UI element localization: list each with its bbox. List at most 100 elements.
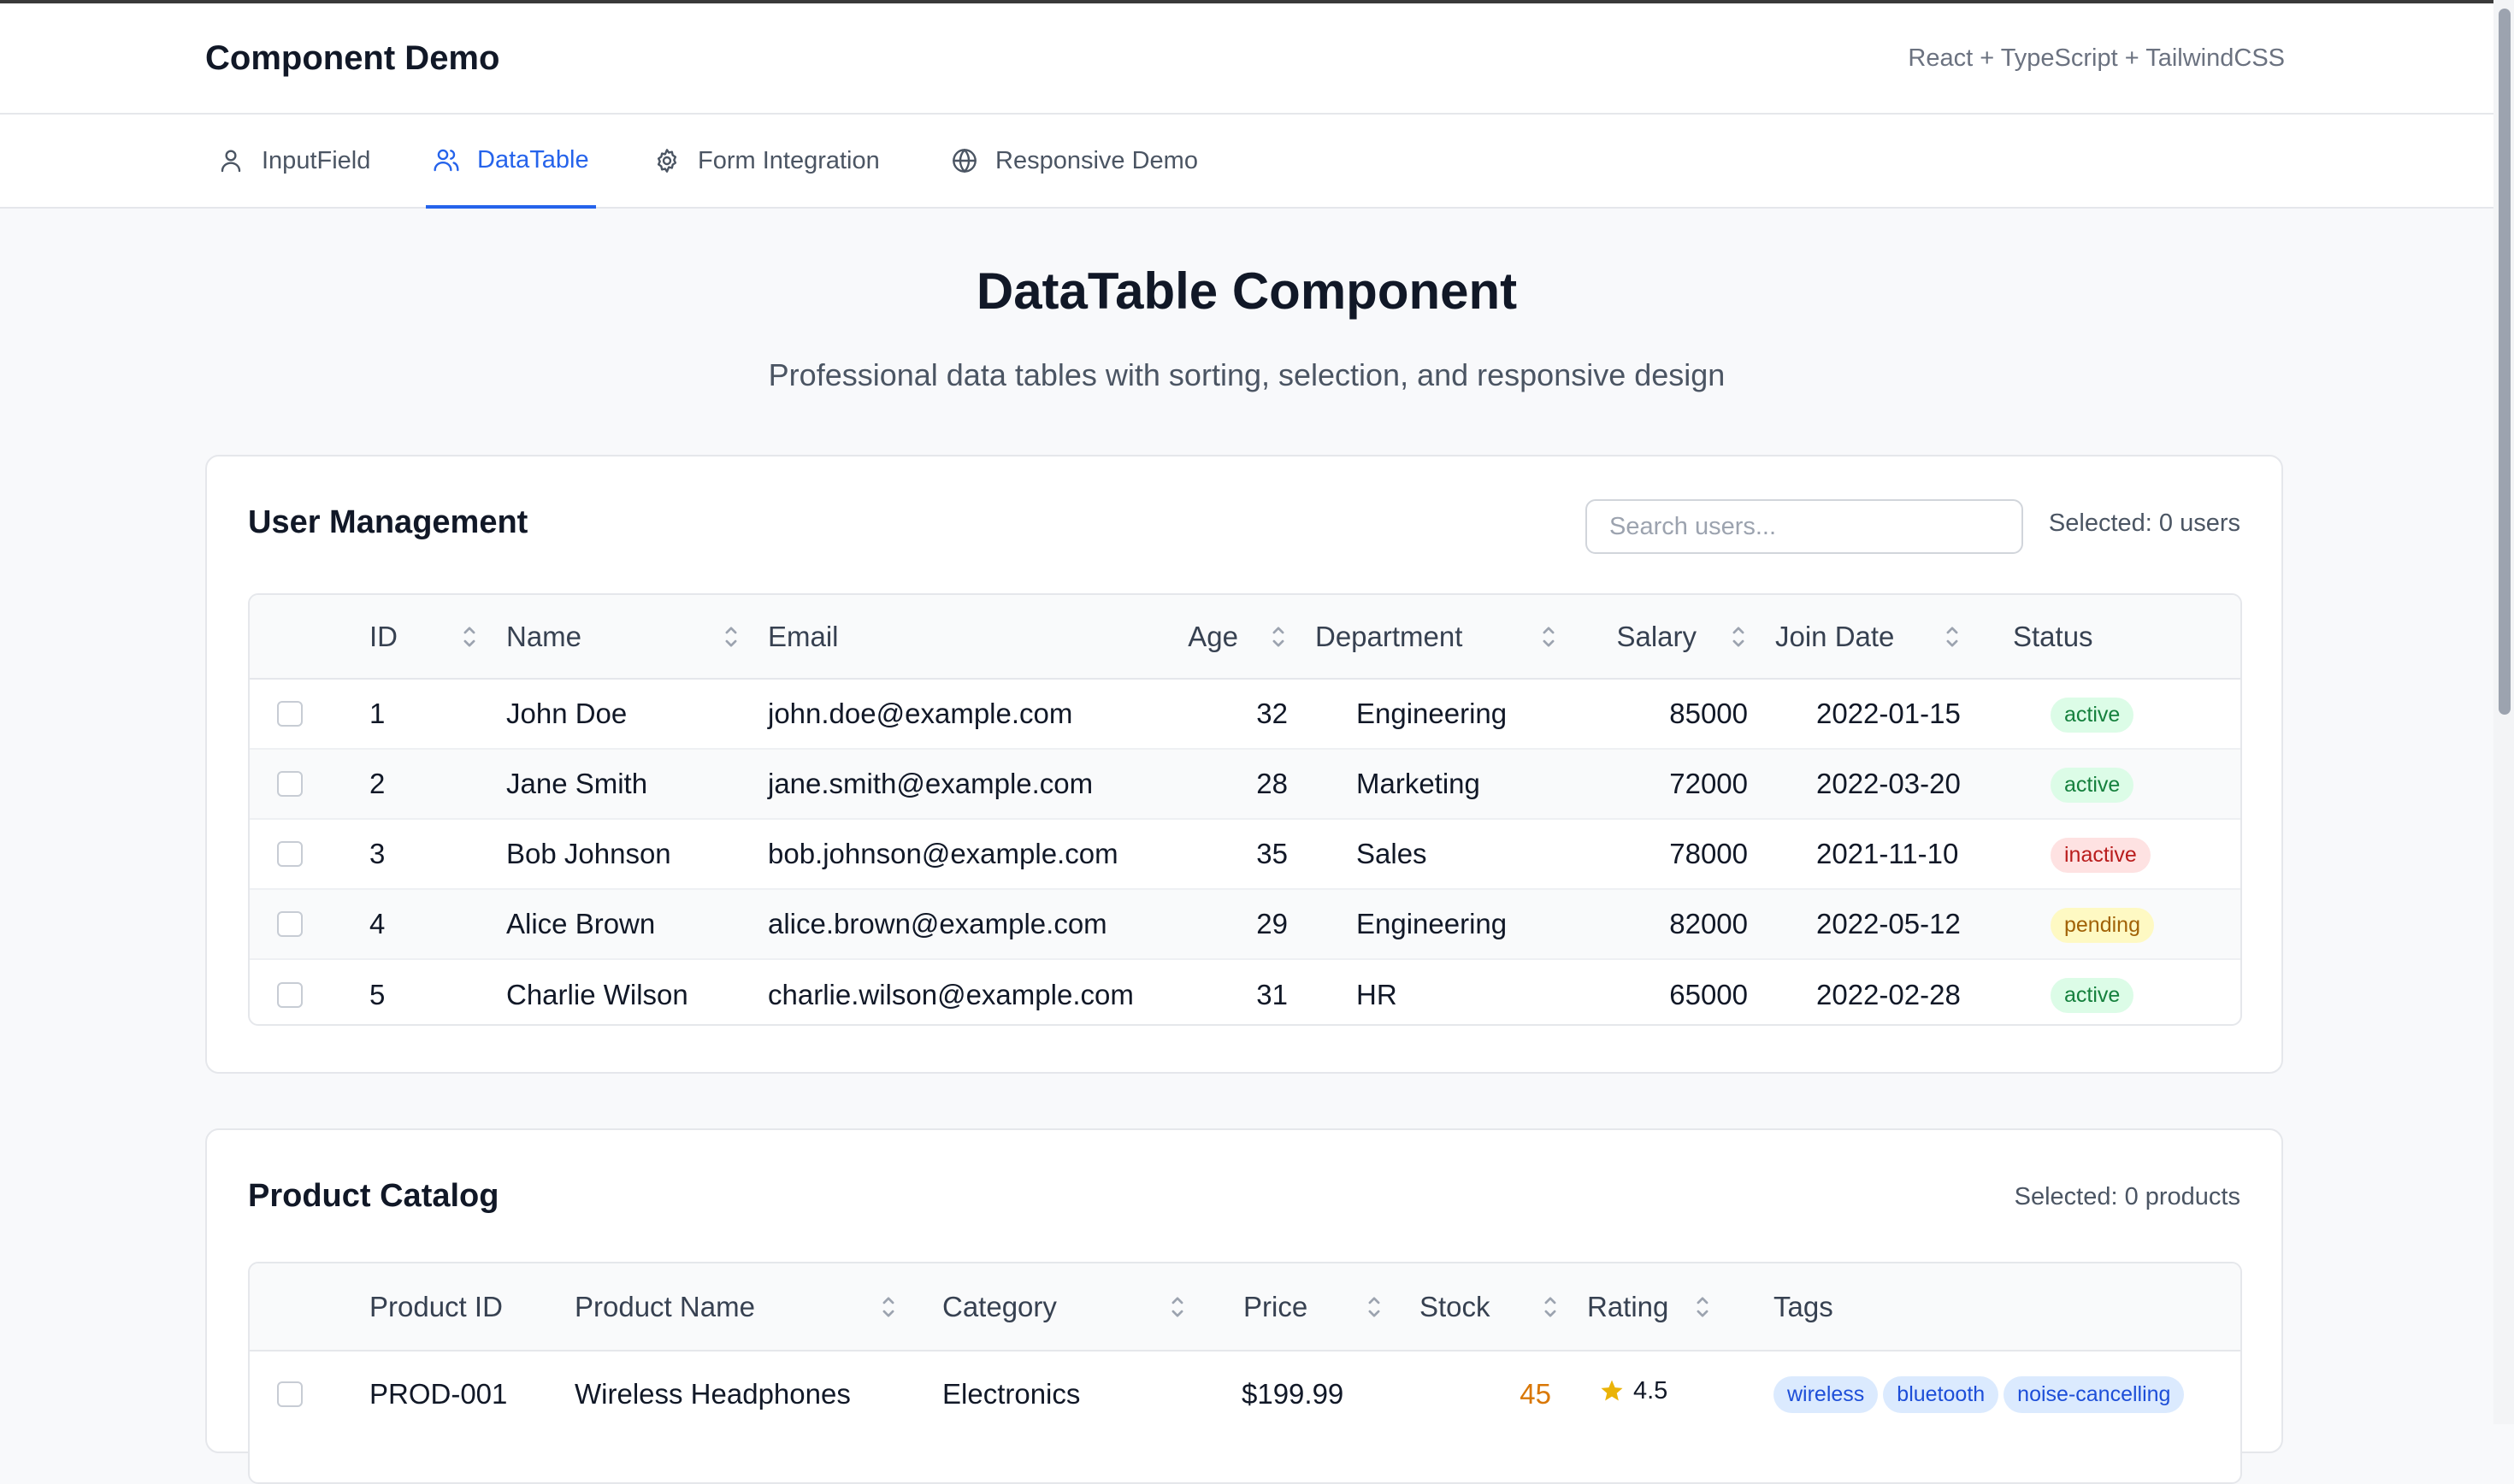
status-badge: active [2051,697,2134,733]
users-icon [434,149,459,172]
row-checkbox[interactable] [277,701,303,727]
page-subtitle: Professional data tables with sorting, s… [768,357,1726,392]
column-label: Stock [1419,1290,1490,1322]
table-header-row: Product ID Product Name Category Price S… [250,1263,2240,1351]
column-label: Product ID [369,1290,503,1322]
cell-join-date: 2022-03-20 [1816,768,1961,799]
column-header-id[interactable]: ID [356,595,493,679]
table-row[interactable]: 4 Alice Brown alice.brown@example.com 29… [250,889,2240,959]
cell-id: 3 [369,838,386,869]
cell-age: 29 [1256,908,1288,939]
sort-icon[interactable] [1168,1293,1187,1322]
status-badge: active [2051,767,2134,803]
tag: wireless [1773,1375,1879,1413]
row-checkbox[interactable] [277,771,303,797]
column-header-price[interactable]: Price [1218,1263,1397,1351]
row-checkbox[interactable] [277,841,303,867]
rating-value: 4.5 [1633,1376,1668,1404]
product-catalog-card: Product Catalog Selected: 0 products Pro… [205,1128,2283,1484]
tab-responsive-demo[interactable]: Responsive Demo [944,115,1205,207]
cell-id: 2 [369,768,386,799]
selected-products-count: Selected: 0 products [2014,1183,2240,1210]
cell-salary: 72000 [1669,768,1748,799]
sort-icon[interactable] [1943,622,1962,651]
sort-icon[interactable] [1269,622,1288,651]
cell-name: Charlie Wilson [506,978,688,1010]
sort-icon[interactable] [1365,1293,1384,1322]
scrollbar-thumb[interactable] [2499,9,2511,715]
table-row[interactable]: 5 Charlie Wilson charlie.wilson@example.… [250,959,2240,1024]
cell-department: Engineering [1356,908,1508,939]
sort-icon[interactable] [1539,622,1558,651]
column-header-rating[interactable]: Rating [1573,1263,1760,1351]
search-users-input[interactable] [1585,499,2023,554]
select-column-header [250,1263,356,1351]
column-header-age[interactable]: Age [1178,595,1301,679]
row-checkbox[interactable] [277,981,303,1008]
rating: 4.5 [1599,1377,1667,1405]
app-header: Component Demo React + TypeScript + Tail… [0,3,2493,115]
page-title: DataTable Component [976,262,1518,320]
cell-category: Electronics [942,1377,1081,1410]
cell-salary: 65000 [1669,978,1748,1010]
column-header-stock[interactable]: Stock [1397,1263,1573,1351]
sort-icon[interactable] [1729,622,1748,651]
column-header-category[interactable]: Category [929,1263,1218,1351]
tab-form-integration[interactable]: Form Integration [646,115,887,207]
table-row[interactable]: 2 Jane Smith jane.smith@example.com 28 M… [250,749,2240,819]
column-header-salary[interactable]: Salary [1572,595,1762,679]
status-badge: inactive [2051,837,2151,873]
cell-name: Bob Johnson [506,838,671,869]
product-catalog-title: Product Catalog [248,1178,499,1214]
column-label: Department [1315,620,1463,652]
cell-product-id: PROD-001 [369,1377,508,1410]
cell-department: Engineering [1356,698,1508,729]
sort-icon[interactable] [1541,1293,1560,1322]
column-label: Rating [1587,1290,1669,1322]
row-checkbox[interactable] [277,1381,303,1407]
column-label: Email [768,620,839,652]
tab-bar: InputField DataTable Form Integration Re… [0,115,2493,209]
table-row[interactable]: PROD-001 Wireless Headphones Electronics… [250,1351,2240,1436]
column-header-name[interactable]: Name [493,595,754,679]
column-header-product-id: Product ID [356,1263,561,1351]
column-header-join-date[interactable]: Join Date [1762,595,1999,679]
row-checkbox[interactable] [277,911,303,937]
column-header-department[interactable]: Department [1301,595,1572,679]
cell-email: bob.johnson@example.com [768,838,1118,869]
column-label: Name [506,620,582,652]
column-label: Tags [1773,1290,1833,1322]
cell-join-date: 2022-01-15 [1816,698,1961,729]
user-icon [221,150,241,173]
sort-icon[interactable] [1693,1293,1712,1322]
gear-icon [657,149,677,173]
page-scrollbar[interactable] [2493,0,2514,1424]
column-header-status: Status [1999,595,2240,679]
table-row[interactable]: 1 John Doe john.doe@example.com 32 Engin… [250,679,2240,749]
cell-id: 1 [369,698,386,729]
column-header-product-name[interactable]: Product Name [561,1263,929,1351]
column-label: ID [369,620,398,652]
cell-email: charlie.wilson@example.com [768,978,1134,1010]
cell-email: alice.brown@example.com [768,908,1107,939]
cell-email: john.doe@example.com [768,698,1073,729]
tab-label: Form Integration [698,146,880,174]
sort-icon[interactable] [722,622,741,651]
cell-name: Alice Brown [506,908,656,939]
status-badge: pending [2051,907,2154,943]
cell-join-date: 2022-05-12 [1816,908,1961,939]
cell-department: Marketing [1356,768,1480,799]
column-label: Age [1188,620,1238,652]
cell-name: John Doe [506,698,628,729]
globe-icon [953,149,977,173]
cell-join-date: 2022-02-28 [1816,978,1961,1010]
cell-department: Sales [1356,838,1427,869]
tab-inputfield[interactable]: InputField [210,115,377,207]
column-label: Join Date [1775,620,1895,652]
sort-icon[interactable] [460,622,479,651]
table-row[interactable]: 3 Bob Johnson bob.johnson@example.com 35… [250,819,2240,889]
column-label: Product Name [575,1290,755,1322]
tab-datatable[interactable]: DataTable [426,115,596,209]
cell-age: 28 [1256,768,1288,799]
sort-icon[interactable] [879,1293,898,1322]
